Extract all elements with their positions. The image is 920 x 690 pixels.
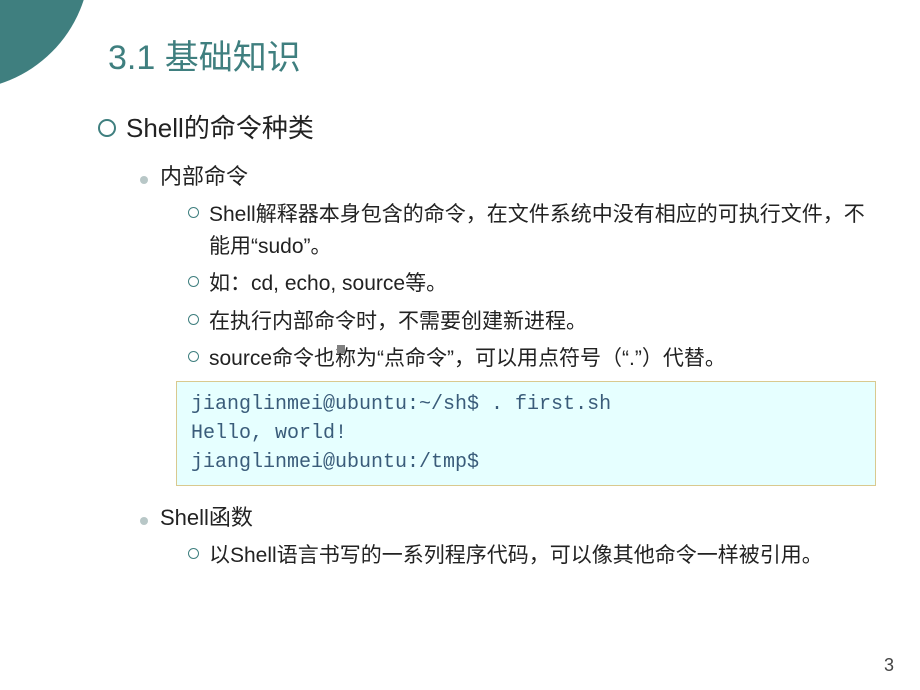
bullet-level3: 在执行内部命令时，不需要创建新进程。 bbox=[188, 306, 868, 338]
circle-bullet-icon bbox=[98, 119, 116, 137]
lvl3-text: 以Shell语言书写的一系列程序代码，可以像其他命令一样被引用。 bbox=[209, 540, 823, 572]
lvl2-heading: Shell函数 bbox=[160, 500, 253, 532]
slide-title: 3.1 基础知识 bbox=[108, 30, 301, 79]
code-block: jianglinmei@ubuntu:~/sh$ . first.sh Hell… bbox=[176, 381, 876, 486]
dot-bullet-icon bbox=[140, 176, 148, 184]
page-number: 3 bbox=[884, 655, 894, 676]
bullet-level2: Shell函数 bbox=[140, 500, 878, 532]
bullet-level3: source命令也称为“点命令”，可以用点符号（“.”）代替。 bbox=[188, 343, 868, 375]
ring-bullet-icon bbox=[188, 548, 199, 559]
ring-bullet-icon bbox=[188, 207, 199, 218]
lvl1-text: Shell的命令种类 bbox=[126, 108, 314, 145]
ring-bullet-icon bbox=[188, 314, 199, 325]
bullet-level2: 内部命令 bbox=[140, 159, 878, 191]
lvl3-text: source命令也称为“点命令”，可以用点符号（“.”）代替。 bbox=[209, 343, 726, 375]
bullet-level3: 以Shell语言书写的一系列程序代码，可以像其他命令一样被引用。 bbox=[188, 540, 868, 572]
lvl3-text: 如：cd, echo, source等。 bbox=[209, 268, 447, 300]
cursor-marker-icon bbox=[337, 345, 345, 353]
bullet-level1: Shell的命令种类 bbox=[98, 108, 878, 145]
slide: 3.1 基础知识 Shell的命令种类 内部命令 Shell解释器本身包含的命令… bbox=[0, 0, 920, 690]
dot-bullet-icon bbox=[140, 517, 148, 525]
slide-body: Shell的命令种类 内部命令 Shell解释器本身包含的命令，在文件系统中没有… bbox=[98, 108, 878, 577]
lvl3-text: 在执行内部命令时，不需要创建新进程。 bbox=[209, 306, 587, 338]
bullet-level3: 如：cd, echo, source等。 bbox=[188, 268, 868, 300]
bullet-level3: Shell解释器本身包含的命令，在文件系统中没有相应的可执行文件，不能用“sud… bbox=[188, 199, 868, 262]
ring-bullet-icon bbox=[188, 351, 199, 362]
lvl2-heading: 内部命令 bbox=[160, 159, 248, 191]
ring-bullet-icon bbox=[188, 276, 199, 287]
lvl3-text: Shell解释器本身包含的命令，在文件系统中没有相应的可执行文件，不能用“sud… bbox=[209, 199, 868, 262]
